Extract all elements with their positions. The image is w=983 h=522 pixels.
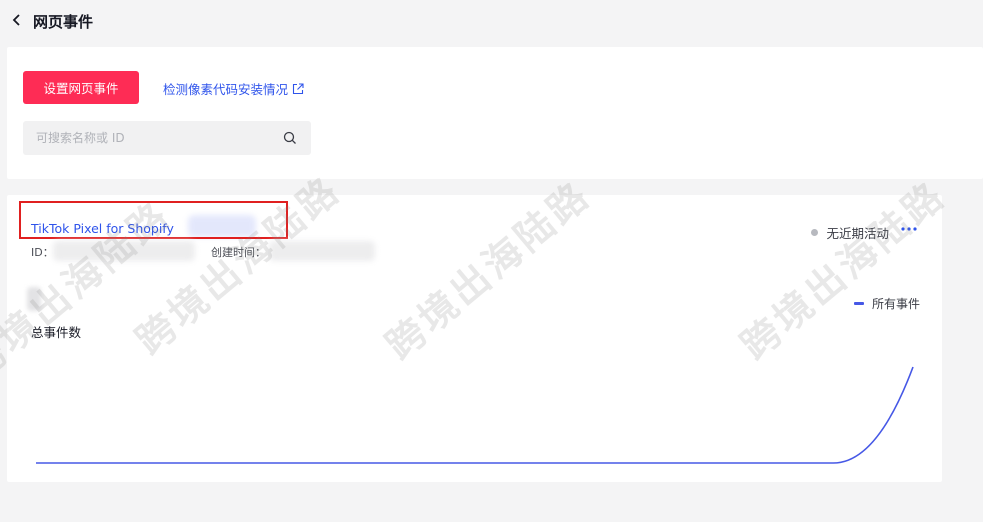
search-icon[interactable] bbox=[283, 131, 297, 145]
search-box[interactable] bbox=[23, 121, 311, 155]
pixel-card: TikTok Pixel for Shopify ID： 创建时间： 无近期活动… bbox=[7, 195, 942, 482]
detect-install-label: 检测像素代码安装情况 bbox=[163, 82, 289, 97]
external-link-icon bbox=[292, 82, 304, 94]
detect-install-link[interactable]: 检测像素代码安装情况 bbox=[163, 79, 304, 98]
toolbar-card: 设置网页事件 检测像素代码安装情况 bbox=[7, 47, 983, 179]
search-input[interactable] bbox=[23, 121, 263, 155]
setup-web-events-button[interactable]: 设置网页事件 bbox=[23, 71, 139, 104]
page-header: 网页事件 bbox=[0, 0, 983, 44]
chevron-left-icon[interactable] bbox=[10, 12, 24, 28]
series-line bbox=[36, 366, 914, 464]
page-title: 网页事件 bbox=[33, 13, 94, 31]
events-chart bbox=[36, 366, 914, 464]
